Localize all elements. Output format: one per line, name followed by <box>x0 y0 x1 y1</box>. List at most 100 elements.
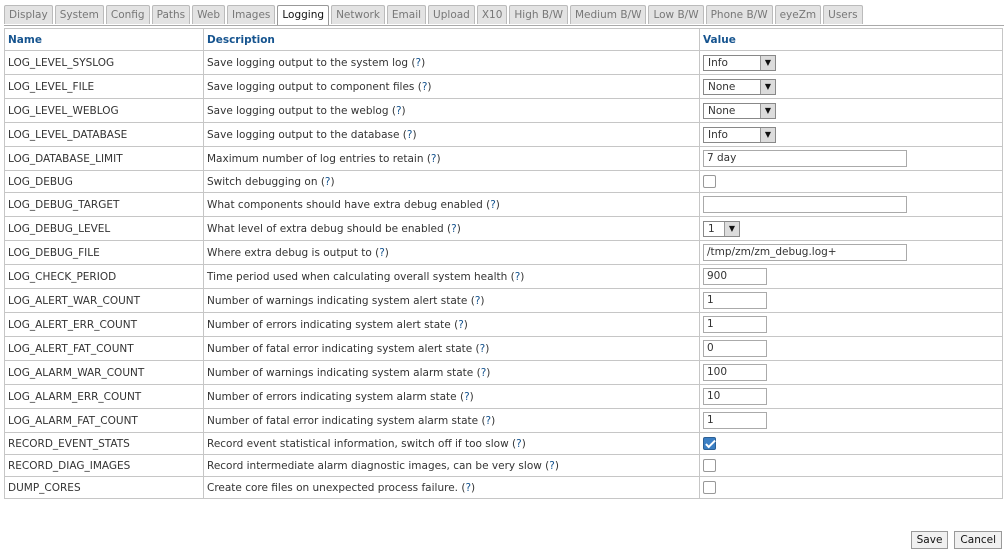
option-value-cell: 1 ▼ <box>699 216 1003 241</box>
help-link[interactable]: ? <box>480 343 486 355</box>
form-buttons: Save Cancel <box>910 531 1002 549</box>
option-value-cell: Info ▼ <box>699 122 1003 147</box>
option-name: LOG_ALERT_WAR_COUNT <box>4 288 204 313</box>
help-link[interactable]: ? <box>475 295 481 307</box>
help-link[interactable]: ? <box>465 482 471 494</box>
tab-system[interactable]: System <box>54 5 104 24</box>
help-link[interactable]: ? <box>464 391 470 403</box>
value-select[interactable]: None ▼ <box>703 102 776 119</box>
option-description-cell: Record event statistical information, sw… <box>203 432 700 455</box>
table-row: LOG_ALARM_ERR_COUNT Number of errors indi… <box>4 384 1003 409</box>
cancel-button[interactable]: Cancel <box>954 531 1002 549</box>
chevron-down-icon: ▼ <box>724 221 739 236</box>
help-link[interactable]: ? <box>451 223 457 235</box>
value-select[interactable]: 1 ▼ <box>703 220 740 237</box>
option-value-cell: /tmp/zm/zm_debug.log+ <box>699 240 1003 265</box>
option-name: LOG_LEVEL_DATABASE <box>4 122 204 147</box>
help-link[interactable]: ? <box>458 319 464 331</box>
option-description-cell: Create core files on unexpected process … <box>203 476 700 499</box>
tab-images[interactable]: Images <box>227 5 276 24</box>
help-link[interactable]: ? <box>490 199 496 211</box>
value-input[interactable]: 900 <box>703 268 767 285</box>
help-link[interactable]: ? <box>407 129 413 141</box>
tab-network[interactable]: Network <box>331 5 385 24</box>
option-value-cell: 0 <box>699 336 1003 361</box>
value-input[interactable]: 100 <box>703 364 767 381</box>
help-link[interactable]: ? <box>515 271 521 283</box>
tab-phone-b-w[interactable]: Phone B/W <box>705 5 773 24</box>
save-button[interactable]: Save <box>910 531 949 549</box>
tab-eyezm[interactable]: eyeZm <box>774 5 822 24</box>
help-link[interactable]: ? <box>481 367 487 379</box>
option-description: Number of errors indicating system alarm… <box>207 390 457 403</box>
tab-users[interactable]: Users <box>823 5 863 24</box>
option-name: LOG_ALERT_FAT_COUNT <box>4 336 204 361</box>
option-name: LOG_DATABASE_LIMIT <box>4 146 204 171</box>
value-checkbox[interactable] <box>703 459 716 472</box>
table-row: LOG_LEVEL_FILE Save logging output to com… <box>4 74 1003 99</box>
option-description-cell: Where extra debug is output to (?) <box>203 240 700 265</box>
option-value-cell: 7 day <box>699 146 1003 171</box>
help-link[interactable]: ? <box>431 153 437 165</box>
option-description-cell: Number of errors indicating system alarm… <box>203 384 700 409</box>
tab-display[interactable]: Display <box>4 5 53 24</box>
option-description: Number of errors indicating system alert… <box>207 318 451 331</box>
tab-logging[interactable]: Logging <box>277 5 330 25</box>
option-name: LOG_DEBUG_TARGET <box>4 192 204 217</box>
option-name: LOG_DEBUG <box>4 170 204 193</box>
option-name: LOG_LEVEL_SYSLOG <box>4 50 204 75</box>
table-row: DUMP_CORES Create core files on unexpecte… <box>4 476 1003 499</box>
value-select[interactable]: Info ▼ <box>703 126 776 143</box>
table-row: LOG_ALARM_FAT_COUNT Number of fatal error… <box>4 408 1003 433</box>
tab-web[interactable]: Web <box>192 5 226 24</box>
option-description-cell: What level of extra debug should be enab… <box>203 216 700 241</box>
tab-low-b-w[interactable]: Low B/W <box>648 5 704 24</box>
help-link[interactable]: ? <box>396 105 402 117</box>
help-link[interactable]: ? <box>516 438 522 450</box>
tab-high-b-w[interactable]: High B/W <box>509 5 568 24</box>
table-row: LOG_DATABASE_LIMIT Maximum number of log … <box>4 146 1003 171</box>
table-row: LOG_ALERT_FAT_COUNT Number of fatal error… <box>4 336 1003 361</box>
value-checkbox[interactable] <box>703 437 716 450</box>
tab-upload[interactable]: Upload <box>428 5 475 24</box>
help-link[interactable]: ? <box>325 176 331 188</box>
table-row: LOG_LEVEL_SYSLOG Save logging output to t… <box>4 50 1003 75</box>
tab-x10[interactable]: X10 <box>476 5 508 24</box>
option-description: Save logging output to the weblog <box>207 104 389 117</box>
value-input[interactable]: 1 <box>703 292 767 309</box>
value-select[interactable]: Info ▼ <box>703 54 776 71</box>
help-link[interactable]: ? <box>416 57 422 69</box>
value-select[interactable]: None ▼ <box>703 78 776 95</box>
option-name: LOG_DEBUG_LEVEL <box>4 216 204 241</box>
tab-paths[interactable]: Paths <box>151 5 191 24</box>
value-input[interactable] <box>703 196 907 213</box>
value-checkbox[interactable] <box>703 481 716 494</box>
value-input[interactable]: 10 <box>703 388 767 405</box>
value-input[interactable]: 1 <box>703 412 767 429</box>
tab-medium-b-w[interactable]: Medium B/W <box>570 5 647 24</box>
value-input[interactable]: /tmp/zm/zm_debug.log+ <box>703 244 907 261</box>
option-description-cell: Save logging output to the weblog (?) <box>203 98 700 123</box>
value-input[interactable]: 1 <box>703 316 767 333</box>
option-description: Where extra debug is output to <box>207 246 372 259</box>
table-row: LOG_ALERT_WAR_COUNT Number of warnings in… <box>4 288 1003 313</box>
option-value-cell <box>699 476 1003 499</box>
table-row: RECORD_DIAG_IMAGES Record intermediate al… <box>4 454 1003 477</box>
option-description-cell: Save logging output to the system log (?… <box>203 50 700 75</box>
tab-config[interactable]: Config <box>105 5 150 24</box>
help-link[interactable]: ? <box>486 415 492 427</box>
option-value-cell: None ▼ <box>699 74 1003 99</box>
select-value: 1 <box>708 222 715 235</box>
tab-email[interactable]: Email <box>386 5 427 24</box>
value-checkbox[interactable] <box>703 175 716 188</box>
table-row: LOG_CHECK_PERIOD Time period used when ca… <box>4 264 1003 289</box>
help-link[interactable]: ? <box>422 81 428 93</box>
value-input[interactable]: 7 day <box>703 150 907 167</box>
option-description-cell: Record intermediate alarm diagnostic ima… <box>203 454 700 477</box>
help-link[interactable]: ? <box>379 247 385 259</box>
help-link[interactable]: ? <box>549 460 555 472</box>
option-description-cell: Number of warnings indicating system ale… <box>203 288 700 313</box>
option-description-cell: Number of errors indicating system alert… <box>203 312 700 337</box>
option-value-cell: 10 <box>699 384 1003 409</box>
value-input[interactable]: 0 <box>703 340 767 357</box>
